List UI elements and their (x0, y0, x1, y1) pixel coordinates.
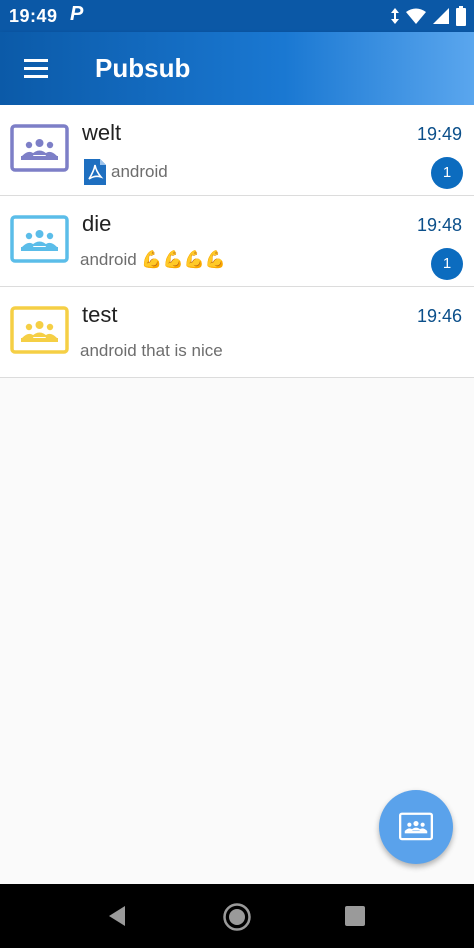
chat-name: welt (82, 120, 122, 145)
chat-name: test (82, 302, 118, 327)
status-bar: 19:49 P (0, 0, 474, 32)
wifi-icon (406, 8, 426, 24)
chat-preview-text: android 💪💪💪💪 (80, 250, 227, 269)
group-avatar-icon (10, 124, 69, 172)
chat-preview: android (84, 159, 168, 185)
notification-icon: P (70, 3, 84, 25)
app-title: Pubsub (95, 53, 191, 83)
status-time: 19:49 (9, 6, 58, 26)
unread-badge: 1 (431, 157, 463, 189)
navigation-bar (0, 884, 474, 948)
app-bar: Pubsub (0, 32, 474, 105)
unread-badge: 1 (431, 248, 463, 280)
battery-icon (456, 6, 466, 26)
group-avatar-icon (10, 306, 69, 354)
chat-time: 19:48 (416, 215, 462, 235)
chat-preview: android that is nice (80, 341, 223, 361)
chat-preview: android 💪💪💪💪 (80, 250, 226, 270)
home-icon[interactable] (222, 902, 252, 932)
chat-item-die[interactable]: die 19:48 android 💪💪💪💪 1 (0, 196, 474, 287)
back-icon[interactable] (105, 904, 129, 928)
group-avatar-icon (10, 215, 69, 263)
chat-time: 19:49 (416, 124, 462, 144)
status-icons (390, 6, 466, 26)
signal-icon (433, 8, 449, 24)
chat-list: welt 19:49 android 1 die 19:48 android 💪… (0, 105, 474, 378)
new-group-chat-button[interactable] (379, 790, 453, 864)
chat-preview-text: android that is nice (80, 341, 223, 360)
chat-preview-text: android (111, 162, 168, 181)
chat-time: 19:46 (416, 306, 462, 326)
chat-item-welt[interactable]: welt 19:49 android 1 (0, 105, 474, 196)
chat-name: die (82, 211, 112, 236)
recents-icon[interactable] (345, 906, 365, 926)
group-chat-icon (399, 812, 433, 841)
data-arrows-icon (391, 8, 399, 24)
chat-item-test[interactable]: test 19:46 android that is nice (0, 287, 474, 378)
menu-icon[interactable] (22, 56, 50, 80)
pdf-icon (84, 159, 106, 185)
